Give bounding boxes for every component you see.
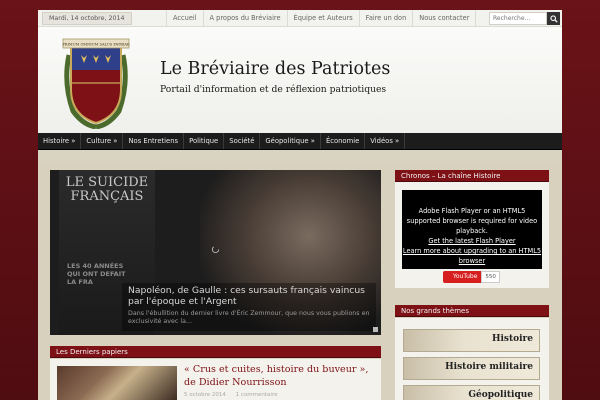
top-nav-faire-un-don[interactable]: Faire un don xyxy=(360,10,414,27)
search-button[interactable] xyxy=(547,12,560,25)
theme-histoire[interactable]: Histoire xyxy=(403,329,540,352)
site-header: PRIMUM OMNIUM SALUS PATRIAE Le Bréviaire… xyxy=(38,27,562,133)
latest-article-thumbnail[interactable] xyxy=(57,366,177,400)
book-subtitle: LES 40 ANNÉES QUI ONT DEFAIT LA FRA xyxy=(67,262,126,286)
nav-divider xyxy=(38,150,562,161)
latest-section-title: Les Derniers papiers xyxy=(50,346,381,358)
flash-download-link[interactable]: Get the latest Flash Player xyxy=(402,236,542,246)
nav-societe[interactable]: Société xyxy=(224,133,261,149)
search-box xyxy=(489,12,560,25)
latest-article-meta: 5 octobre 2014 1 commentaire xyxy=(184,392,285,398)
video-section-title: Chronos – La chaîne Histoire xyxy=(395,170,549,182)
theme-label: Histoire xyxy=(491,334,533,344)
theme-geopolitique[interactable]: Géopolitique xyxy=(403,385,540,400)
top-nav-contact[interactable]: Nous contacter xyxy=(413,10,477,27)
nav-culture[interactable]: Culture » xyxy=(81,133,124,149)
nav-politique[interactable]: Politique xyxy=(184,133,225,149)
nav-economie[interactable]: Économie xyxy=(321,133,366,149)
theme-histoire-militaire[interactable]: Histoire militaire xyxy=(403,357,540,380)
site-logo[interactable]: PRIMUM OMNIUM SALUS PATRIAE xyxy=(61,33,131,129)
logo-banner-text: PRIMUM OMNIUM SALUS PATRIAE xyxy=(62,43,130,47)
slide-headline[interactable]: Napoléon, de Gaulle : ces sursauts franç… xyxy=(128,285,370,307)
latest-article-date: 5 octobre 2014 xyxy=(184,392,226,398)
top-bar: Mardi, 14 octobre, 2014 Accueil A propos… xyxy=(38,10,562,27)
current-date: Mardi, 14 octobre, 2014 xyxy=(42,12,132,25)
latest-article-title[interactable]: « Crus et cuites, histoire du buveur », … xyxy=(184,363,380,389)
slider-pager-dot[interactable] xyxy=(373,327,378,332)
top-nav-accueil[interactable]: Accueil xyxy=(166,10,204,27)
themes-section-title: Nos grands thèmes xyxy=(395,305,549,317)
book-title: LE SUICIDE FRANÇAIS xyxy=(65,175,149,204)
latest-article-comments[interactable]: 1 commentaire xyxy=(236,392,278,398)
site-tagline: Portail d'information et de réflexion pa… xyxy=(160,84,387,95)
slide-excerpt: Dans l'ébullition du dernier livre d'Éri… xyxy=(128,310,370,325)
youtube-subscriber-count: 550 xyxy=(481,271,500,283)
theme-label: Histoire militaire xyxy=(445,362,533,372)
search-input[interactable] xyxy=(489,12,547,25)
youtube-label[interactable]: YouTube xyxy=(443,271,482,283)
nav-videos[interactable]: Vidéos » xyxy=(365,133,406,149)
html5-upgrade-link[interactable]: Learn more about upgrading to an HTML5 b… xyxy=(402,246,542,266)
site-title[interactable]: Le Bréviaire des Patriotes xyxy=(160,59,390,79)
main-nav: Histoire » Culture » Nos Entretiens Poli… xyxy=(38,133,562,150)
slide-caption[interactable]: Napoléon, de Gaulle : ces sursauts franç… xyxy=(122,283,376,331)
nav-geopolitique[interactable]: Géopolitique » xyxy=(260,133,321,149)
theme-label: Géopolitique xyxy=(468,390,533,400)
top-nav-equipe[interactable]: Équipe et Auteurs xyxy=(288,10,360,27)
video-player[interactable]: Adobe Flash Player or an HTML5 supported… xyxy=(402,190,542,269)
search-icon xyxy=(549,14,558,23)
flash-message: Adobe Flash Player or an HTML5 supported… xyxy=(406,207,538,235)
nav-entretiens[interactable]: Nos Entretiens xyxy=(123,133,185,149)
top-nav: Accueil A propos du Bréviaire Équipe et … xyxy=(166,10,477,27)
loading-spinner-icon xyxy=(211,245,220,254)
top-nav-a-propos[interactable]: A propos du Bréviaire xyxy=(204,10,288,27)
youtube-subscribe-button[interactable]: YouTube 550 xyxy=(443,271,500,283)
nav-histoire[interactable]: Histoire » xyxy=(38,133,82,149)
